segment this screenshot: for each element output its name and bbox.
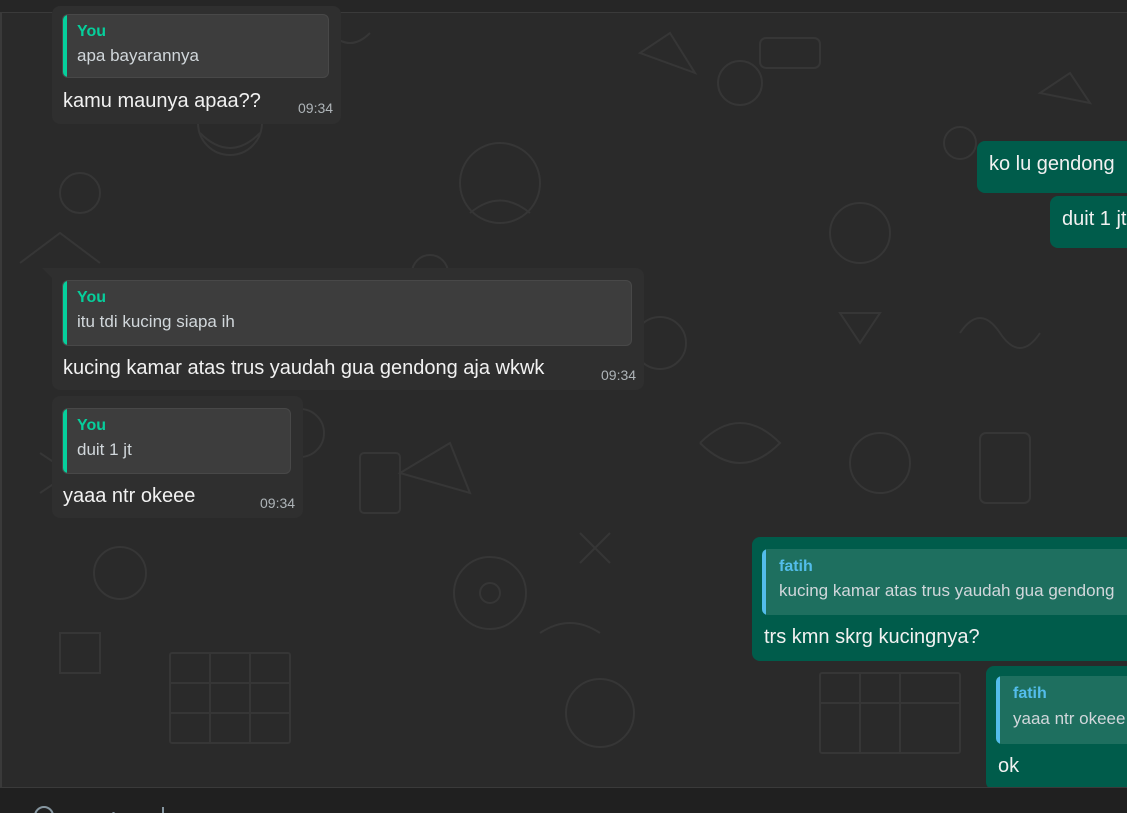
quote-text: apa bayarannya (77, 46, 199, 65)
quote-author: You (77, 417, 107, 434)
quote-text: itu tdi kucing siapa ih (77, 312, 235, 331)
quote-author: fatih (1013, 685, 1047, 702)
message-text: ok (998, 755, 1020, 777)
quote-accent-bar (63, 15, 67, 77)
quote-accent-bar (63, 281, 67, 345)
quote-author: fatih (779, 558, 813, 575)
quoted-message[interactable]: You apa bayarannya (62, 14, 329, 78)
quoted-message[interactable]: fatih yaaa ntr okeee (996, 676, 1127, 744)
emoji-icon[interactable] (34, 806, 54, 813)
message-time: 09:34 (298, 100, 334, 116)
quoted-message[interactable]: fatih kucing kamar atas trus yaudah gua … (762, 549, 1127, 615)
message-bubble-outgoing[interactable]: ko lu gendong (977, 141, 1127, 193)
message-bubble-outgoing[interactable]: fatih yaaa ntr okeee ok (986, 666, 1127, 790)
message-text: yaaa ntr okeee (63, 485, 196, 507)
quote-text: yaaa ntr okeee (1013, 709, 1126, 728)
sidebar-divider (0, 13, 2, 787)
quote-accent-bar (996, 676, 1000, 744)
quote-text: kucing kamar atas trus yaudah gua gendon… (779, 581, 1115, 600)
message-text: ko lu gendong (989, 153, 1115, 175)
message-text: duit 1 jt (1062, 208, 1127, 230)
message-bubble-outgoing[interactable]: fatih kucing kamar atas trus yaudah gua … (752, 537, 1127, 661)
quote-author: You (77, 23, 107, 40)
message-time: 09:34 (601, 367, 637, 383)
message-text: trs kmn skrg kucingnya? (764, 626, 980, 648)
quoted-message[interactable]: You duit 1 jt (62, 408, 291, 474)
compose-bar (0, 787, 1127, 813)
quote-accent-bar (762, 549, 766, 615)
message-time: 09:34 (260, 495, 296, 511)
message-bubble-incoming[interactable]: You itu tdi kucing siapa ih kucing kamar… (52, 268, 644, 390)
quote-author: You (77, 289, 107, 306)
quoted-message[interactable]: You itu tdi kucing siapa ih (62, 280, 632, 346)
quote-text: duit 1 jt (77, 440, 132, 459)
chat-window: You apa bayarannya kamu maunya apaa?? 09… (0, 0, 1127, 813)
message-text: kucing kamar atas trus yaudah gua gendon… (63, 357, 545, 379)
bubble-tail (42, 268, 52, 278)
compose-indicator (162, 807, 164, 813)
message-bubble-incoming[interactable]: You duit 1 jt yaaa ntr okeee 09:34 (52, 396, 303, 518)
message-bubble-outgoing[interactable]: duit 1 jt (1050, 196, 1127, 248)
message-bubble-incoming[interactable]: You apa bayarannya kamu maunya apaa?? 09… (52, 6, 341, 124)
quote-accent-bar (63, 409, 67, 473)
message-text: kamu maunya apaa?? (63, 90, 261, 112)
